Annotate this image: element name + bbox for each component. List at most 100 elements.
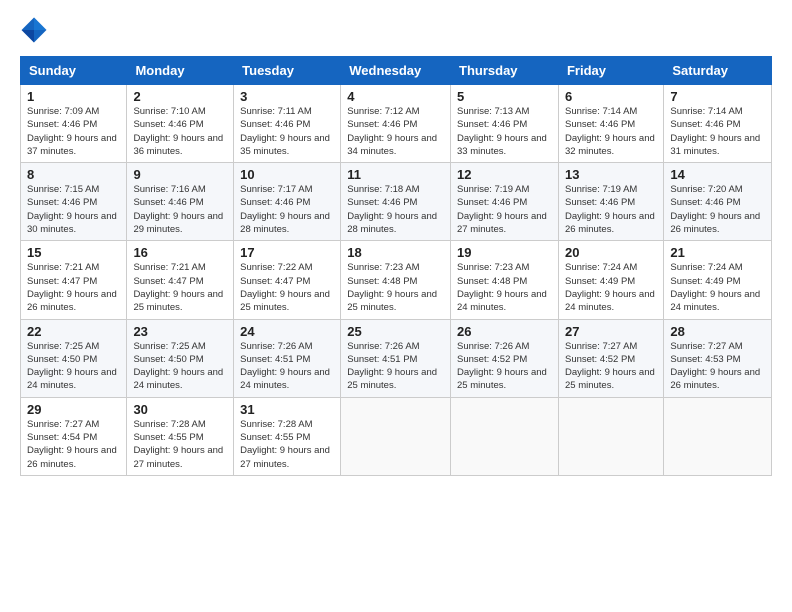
day-number: 19 <box>457 245 552 260</box>
day-info: Sunrise: 7:26 AM Sunset: 4:51 PM Dayligh… <box>347 340 444 393</box>
calendar-cell: 5Sunrise: 7:13 AM Sunset: 4:46 PM Daylig… <box>451 85 559 163</box>
day-number: 18 <box>347 245 444 260</box>
day-info: Sunrise: 7:21 AM Sunset: 4:47 PM Dayligh… <box>27 261 120 314</box>
day-number: 2 <box>133 89 227 104</box>
calendar-week-row: 22Sunrise: 7:25 AM Sunset: 4:50 PM Dayli… <box>21 319 772 397</box>
calendar-cell: 20Sunrise: 7:24 AM Sunset: 4:49 PM Dayli… <box>558 241 663 319</box>
day-number: 29 <box>27 402 120 417</box>
calendar-week-row: 29Sunrise: 7:27 AM Sunset: 4:54 PM Dayli… <box>21 397 772 475</box>
day-info: Sunrise: 7:17 AM Sunset: 4:46 PM Dayligh… <box>240 183 334 236</box>
day-info: Sunrise: 7:11 AM Sunset: 4:46 PM Dayligh… <box>240 105 334 158</box>
calendar-cell: 21Sunrise: 7:24 AM Sunset: 4:49 PM Dayli… <box>664 241 772 319</box>
day-info: Sunrise: 7:22 AM Sunset: 4:47 PM Dayligh… <box>240 261 334 314</box>
weekday-header: Monday <box>127 57 234 85</box>
calendar-cell: 27Sunrise: 7:27 AM Sunset: 4:52 PM Dayli… <box>558 319 663 397</box>
calendar-cell <box>451 397 559 475</box>
day-number: 3 <box>240 89 334 104</box>
calendar-cell: 14Sunrise: 7:20 AM Sunset: 4:46 PM Dayli… <box>664 163 772 241</box>
calendar-cell: 10Sunrise: 7:17 AM Sunset: 4:46 PM Dayli… <box>234 163 341 241</box>
day-number: 30 <box>133 402 227 417</box>
weekday-header: Wednesday <box>341 57 451 85</box>
day-number: 13 <box>565 167 657 182</box>
calendar-cell: 9Sunrise: 7:16 AM Sunset: 4:46 PM Daylig… <box>127 163 234 241</box>
day-number: 14 <box>670 167 765 182</box>
day-number: 1 <box>27 89 120 104</box>
day-info: Sunrise: 7:27 AM Sunset: 4:53 PM Dayligh… <box>670 340 765 393</box>
day-info: Sunrise: 7:23 AM Sunset: 4:48 PM Dayligh… <box>347 261 444 314</box>
calendar-cell: 24Sunrise: 7:26 AM Sunset: 4:51 PM Dayli… <box>234 319 341 397</box>
calendar-cell: 7Sunrise: 7:14 AM Sunset: 4:46 PM Daylig… <box>664 85 772 163</box>
day-info: Sunrise: 7:16 AM Sunset: 4:46 PM Dayligh… <box>133 183 227 236</box>
day-number: 17 <box>240 245 334 260</box>
day-number: 21 <box>670 245 765 260</box>
weekday-header: Tuesday <box>234 57 341 85</box>
day-number: 4 <box>347 89 444 104</box>
calendar-cell: 16Sunrise: 7:21 AM Sunset: 4:47 PM Dayli… <box>127 241 234 319</box>
day-info: Sunrise: 7:19 AM Sunset: 4:46 PM Dayligh… <box>457 183 552 236</box>
day-info: Sunrise: 7:13 AM Sunset: 4:46 PM Dayligh… <box>457 105 552 158</box>
calendar-cell: 4Sunrise: 7:12 AM Sunset: 4:46 PM Daylig… <box>341 85 451 163</box>
calendar-cell: 31Sunrise: 7:28 AM Sunset: 4:55 PM Dayli… <box>234 397 341 475</box>
weekday-header: Sunday <box>21 57 127 85</box>
calendar-cell: 23Sunrise: 7:25 AM Sunset: 4:50 PM Dayli… <box>127 319 234 397</box>
day-info: Sunrise: 7:28 AM Sunset: 4:55 PM Dayligh… <box>133 418 227 471</box>
day-number: 11 <box>347 167 444 182</box>
day-number: 8 <box>27 167 120 182</box>
day-info: Sunrise: 7:24 AM Sunset: 4:49 PM Dayligh… <box>565 261 657 314</box>
calendar-cell <box>558 397 663 475</box>
day-number: 24 <box>240 324 334 339</box>
logo <box>20 16 52 44</box>
calendar-cell: 12Sunrise: 7:19 AM Sunset: 4:46 PM Dayli… <box>451 163 559 241</box>
calendar-cell: 28Sunrise: 7:27 AM Sunset: 4:53 PM Dayli… <box>664 319 772 397</box>
day-number: 9 <box>133 167 227 182</box>
day-number: 16 <box>133 245 227 260</box>
day-info: Sunrise: 7:23 AM Sunset: 4:48 PM Dayligh… <box>457 261 552 314</box>
day-number: 10 <box>240 167 334 182</box>
calendar-cell: 26Sunrise: 7:26 AM Sunset: 4:52 PM Dayli… <box>451 319 559 397</box>
day-info: Sunrise: 7:26 AM Sunset: 4:51 PM Dayligh… <box>240 340 334 393</box>
calendar-cell: 13Sunrise: 7:19 AM Sunset: 4:46 PM Dayli… <box>558 163 663 241</box>
day-info: Sunrise: 7:14 AM Sunset: 4:46 PM Dayligh… <box>565 105 657 158</box>
calendar-cell: 15Sunrise: 7:21 AM Sunset: 4:47 PM Dayli… <box>21 241 127 319</box>
day-info: Sunrise: 7:12 AM Sunset: 4:46 PM Dayligh… <box>347 105 444 158</box>
calendar-cell: 30Sunrise: 7:28 AM Sunset: 4:55 PM Dayli… <box>127 397 234 475</box>
day-info: Sunrise: 7:10 AM Sunset: 4:46 PM Dayligh… <box>133 105 227 158</box>
day-number: 12 <box>457 167 552 182</box>
calendar-week-row: 8Sunrise: 7:15 AM Sunset: 4:46 PM Daylig… <box>21 163 772 241</box>
day-number: 28 <box>670 324 765 339</box>
calendar-cell: 19Sunrise: 7:23 AM Sunset: 4:48 PM Dayli… <box>451 241 559 319</box>
day-number: 6 <box>565 89 657 104</box>
calendar-cell: 22Sunrise: 7:25 AM Sunset: 4:50 PM Dayli… <box>21 319 127 397</box>
calendar-cell: 2Sunrise: 7:10 AM Sunset: 4:46 PM Daylig… <box>127 85 234 163</box>
day-info: Sunrise: 7:24 AM Sunset: 4:49 PM Dayligh… <box>670 261 765 314</box>
calendar-cell: 18Sunrise: 7:23 AM Sunset: 4:48 PM Dayli… <box>341 241 451 319</box>
calendar-cell: 3Sunrise: 7:11 AM Sunset: 4:46 PM Daylig… <box>234 85 341 163</box>
calendar-cell: 29Sunrise: 7:27 AM Sunset: 4:54 PM Dayli… <box>21 397 127 475</box>
calendar-cell <box>664 397 772 475</box>
day-number: 22 <box>27 324 120 339</box>
calendar-cell: 8Sunrise: 7:15 AM Sunset: 4:46 PM Daylig… <box>21 163 127 241</box>
calendar-week-row: 15Sunrise: 7:21 AM Sunset: 4:47 PM Dayli… <box>21 241 772 319</box>
calendar-cell: 6Sunrise: 7:14 AM Sunset: 4:46 PM Daylig… <box>558 85 663 163</box>
weekday-header: Thursday <box>451 57 559 85</box>
day-info: Sunrise: 7:21 AM Sunset: 4:47 PM Dayligh… <box>133 261 227 314</box>
day-info: Sunrise: 7:28 AM Sunset: 4:55 PM Dayligh… <box>240 418 334 471</box>
calendar-cell: 17Sunrise: 7:22 AM Sunset: 4:47 PM Dayli… <box>234 241 341 319</box>
day-info: Sunrise: 7:27 AM Sunset: 4:54 PM Dayligh… <box>27 418 120 471</box>
calendar-cell: 11Sunrise: 7:18 AM Sunset: 4:46 PM Dayli… <box>341 163 451 241</box>
calendar-cell <box>341 397 451 475</box>
day-info: Sunrise: 7:26 AM Sunset: 4:52 PM Dayligh… <box>457 340 552 393</box>
calendar-cell: 25Sunrise: 7:26 AM Sunset: 4:51 PM Dayli… <box>341 319 451 397</box>
day-info: Sunrise: 7:25 AM Sunset: 4:50 PM Dayligh… <box>27 340 120 393</box>
weekday-header: Friday <box>558 57 663 85</box>
day-number: 15 <box>27 245 120 260</box>
day-number: 20 <box>565 245 657 260</box>
weekday-header: Saturday <box>664 57 772 85</box>
day-info: Sunrise: 7:27 AM Sunset: 4:52 PM Dayligh… <box>565 340 657 393</box>
day-info: Sunrise: 7:18 AM Sunset: 4:46 PM Dayligh… <box>347 183 444 236</box>
day-info: Sunrise: 7:20 AM Sunset: 4:46 PM Dayligh… <box>670 183 765 236</box>
header <box>20 16 772 44</box>
page: SundayMondayTuesdayWednesdayThursdayFrid… <box>0 0 792 486</box>
day-number: 27 <box>565 324 657 339</box>
logo-icon <box>20 16 48 44</box>
